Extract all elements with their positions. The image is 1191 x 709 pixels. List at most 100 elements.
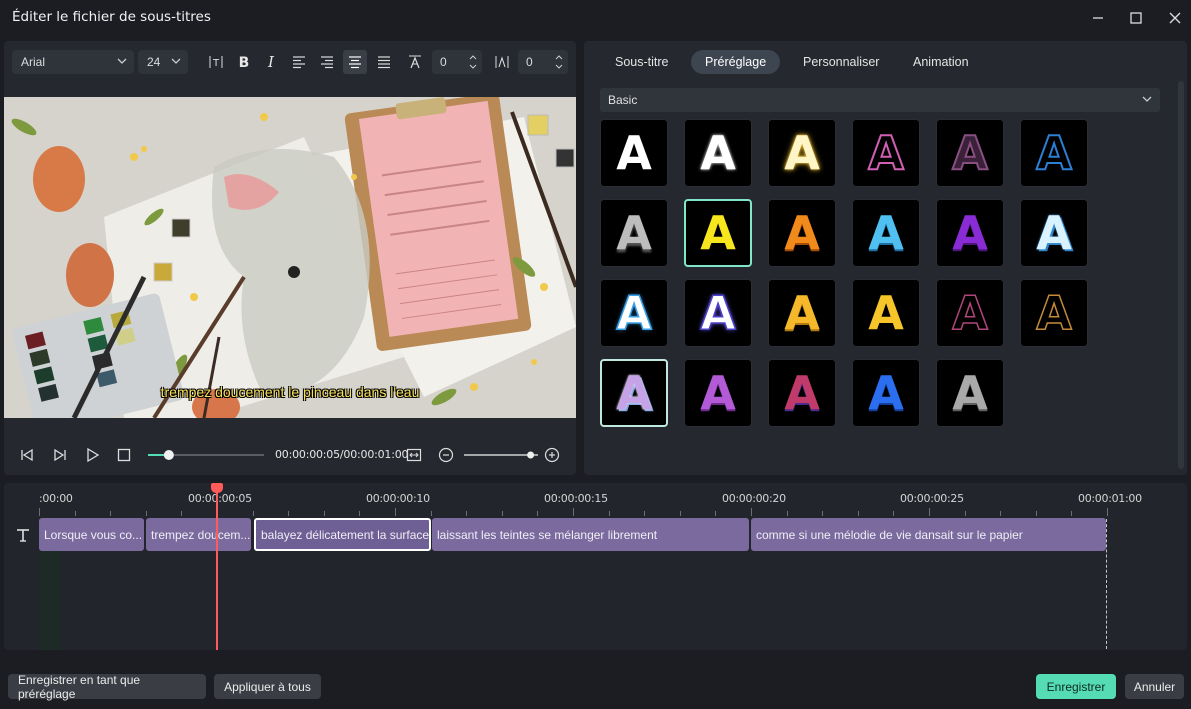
- align-right-button[interactable]: [315, 50, 339, 74]
- italic-button[interactable]: I: [259, 50, 283, 74]
- font-family-select[interactable]: Arial: [12, 50, 134, 74]
- preset-tile[interactable]: A: [600, 199, 668, 267]
- ruler-tick: [537, 511, 539, 516]
- preset-scrollbar[interactable]: [1178, 81, 1184, 469]
- ruler-label: 00:00:00:25: [900, 492, 964, 505]
- preset-glyph: A: [1035, 286, 1072, 340]
- preset-tile[interactable]: A: [768, 279, 836, 347]
- playhead[interactable]: [211, 483, 223, 650]
- preset-tile[interactable]: A: [768, 359, 836, 427]
- ruler-tick: [964, 511, 966, 516]
- preset-tile[interactable]: A: [852, 279, 920, 347]
- text-columns-icon: T: [209, 56, 223, 69]
- subtitle-timeline: :00:00 00:00:00:05 00:00:00:10 00:00:00:…: [4, 483, 1187, 650]
- preset-glyph: A: [952, 206, 988, 260]
- close-button[interactable]: [1162, 6, 1188, 30]
- preset-tile[interactable]: A: [600, 279, 668, 347]
- play-button[interactable]: [81, 444, 103, 466]
- next-frame-button[interactable]: [49, 444, 71, 466]
- subtitle-clip[interactable]: laissant les teintes se mélanger libreme…: [432, 518, 749, 551]
- subtitle-clip-selected[interactable]: balayez délicatement la surface...: [254, 518, 431, 551]
- preset-tile[interactable]: A: [936, 119, 1004, 187]
- previous-frame-button[interactable]: [16, 444, 38, 466]
- preset-glyph: A: [700, 206, 736, 260]
- preset-tile[interactable]: A: [768, 199, 836, 267]
- save-as-preset-button[interactable]: Enregistrer en tant que préréglage: [8, 673, 206, 701]
- cancel-button[interactable]: Annuler: [1125, 674, 1184, 699]
- minimize-button[interactable]: [1085, 6, 1111, 30]
- subtitle-overlay-text: trempez doucement le pinceau dans l'eau: [160, 384, 420, 400]
- preset-tile[interactable]: A: [684, 119, 752, 187]
- ruler-tick: [644, 511, 646, 516]
- ruler-tick: [145, 511, 147, 516]
- preset-tile[interactable]: A: [1020, 199, 1088, 267]
- ruler-tick: [679, 511, 681, 516]
- tab-subtitle[interactable]: Sous-titre: [601, 50, 683, 74]
- stop-button[interactable]: [113, 444, 135, 466]
- preset-tile[interactable]: A: [1020, 279, 1088, 347]
- ruler-label: 00:00:00:15: [544, 492, 608, 505]
- letter-spacing-input[interactable]: 0: [432, 50, 482, 74]
- preset-tile[interactable]: A: [1020, 119, 1088, 187]
- align-center-button[interactable]: [343, 50, 367, 74]
- preset-glyph: A: [615, 286, 652, 340]
- subtitle-clip[interactable]: comme si une mélodie de vie dansait sur …: [751, 518, 1106, 551]
- tab-animation[interactable]: Animation: [899, 50, 983, 74]
- preset-tile[interactable]: A: [936, 359, 1004, 427]
- preset-category-select[interactable]: Basic: [600, 88, 1160, 112]
- fit-button[interactable]: [403, 444, 425, 466]
- preset-glyph: A: [868, 206, 904, 260]
- tab-customize[interactable]: Personnaliser: [789, 50, 893, 74]
- tab-preset[interactable]: Préréglage: [691, 50, 781, 74]
- playback-progress-slider[interactable]: [146, 447, 266, 463]
- bold-button[interactable]: B: [232, 50, 256, 74]
- preset-tile[interactable]: A: [768, 119, 836, 187]
- align-left-button[interactable]: [287, 50, 311, 74]
- subtitle-clip[interactable]: trempez doucem...: [146, 518, 251, 551]
- preset-glyph: A: [616, 126, 652, 180]
- preset-tile[interactable]: A: [852, 119, 920, 187]
- zoom-out-button[interactable]: [435, 444, 457, 466]
- justify-button[interactable]: [372, 50, 396, 74]
- ruler-label: 00:00:00:05: [188, 492, 252, 505]
- preset-tile[interactable]: A: [684, 359, 752, 427]
- ruler-label: 00:00:01:00: [1078, 492, 1142, 505]
- zoom-in-button[interactable]: [541, 444, 563, 466]
- playhead-handle[interactable]: [211, 483, 223, 493]
- align-left-icon: [293, 56, 305, 69]
- preset-tile[interactable]: A: [852, 199, 920, 267]
- preset-tile[interactable]: A: [936, 279, 1004, 347]
- preset-tile[interactable]: A: [684, 279, 752, 347]
- preset-tile[interactable]: A: [852, 359, 920, 427]
- apply-to-all-button[interactable]: Appliquer à tous: [214, 674, 321, 699]
- preset-tile-selected[interactable]: A: [684, 199, 752, 267]
- ruler-tick: [110, 511, 112, 516]
- preset-glyph: A: [699, 286, 736, 340]
- zoom-slider[interactable]: [462, 447, 542, 463]
- save-button[interactable]: Enregistrer: [1036, 674, 1116, 699]
- preset-tile[interactable]: A: [600, 119, 668, 187]
- ruler-tick: [1107, 508, 1108, 516]
- font-size-value: 24: [147, 55, 161, 69]
- preset-glyph: A: [951, 286, 988, 340]
- preset-tile[interactable]: A: [600, 359, 668, 427]
- text-track-icon: [17, 529, 29, 542]
- character-spacing-button[interactable]: T: [204, 50, 228, 74]
- stepper-icon[interactable]: [554, 53, 564, 71]
- maximize-button[interactable]: [1123, 6, 1149, 30]
- justify-icon: [378, 56, 390, 69]
- previous-frame-icon: [21, 448, 33, 462]
- preview-image: [4, 97, 576, 418]
- preset-tile[interactable]: A: [936, 199, 1004, 267]
- subtitle-clip[interactable]: Lorsque vous co...: [39, 518, 144, 551]
- playback-controls: 00:00:00:05/00:00:01:00: [4, 437, 576, 473]
- stepper-icon[interactable]: [468, 53, 478, 71]
- preset-glyph: A: [1035, 126, 1073, 180]
- line-spacing-input[interactable]: 0: [518, 50, 568, 74]
- ruler-tick: [1035, 511, 1037, 516]
- font-size-select[interactable]: 24: [138, 50, 188, 74]
- letter-spacing-icon-button[interactable]: [403, 50, 427, 74]
- line-spacing-icon-button[interactable]: [490, 50, 514, 74]
- ruler-tick: [501, 511, 503, 516]
- fit-screen-icon: [406, 448, 422, 462]
